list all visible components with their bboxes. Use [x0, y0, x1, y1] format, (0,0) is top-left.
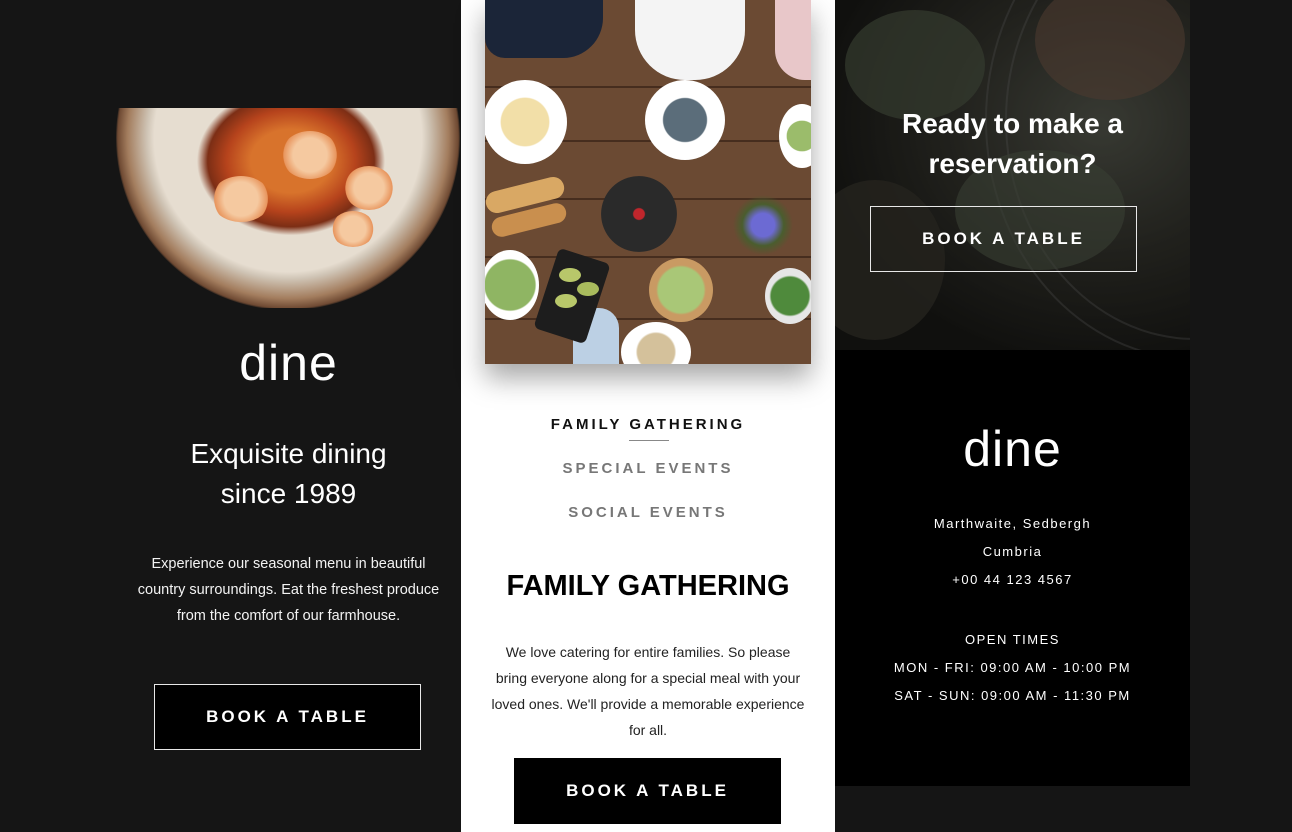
- tab-social-events[interactable]: SOCIAL EVENTS: [461, 504, 835, 521]
- footer-info-panel: dine Marthwaite, Sedbergh Cumbria +00 44…: [835, 350, 1190, 786]
- events-panel: FAMILY GATHERING SPECIAL EVENTS SOCIAL E…: [461, 0, 835, 832]
- tab-special-events[interactable]: SPECIAL EVENTS: [461, 460, 835, 477]
- hours-weekday: MON - FRI: 09:00 AM - 10:00 PM: [893, 660, 1132, 675]
- address-line-2: Cumbria: [982, 544, 1043, 559]
- tab-family-gathering[interactable]: FAMILY GATHERING: [461, 416, 835, 433]
- event-heading: FAMILY GATHERING: [506, 570, 790, 602]
- tagline-line-1: Exquisite dining: [190, 438, 387, 469]
- address-line-1: Marthwaite, Sedbergh: [933, 516, 1092, 531]
- book-table-button[interactable]: BOOK A TABLE: [870, 206, 1137, 272]
- book-table-button[interactable]: BOOK A TABLE: [514, 758, 781, 824]
- reservation-heading-line-1: Ready to make a: [902, 108, 1123, 139]
- reservation-heading-line-2: reservation?: [928, 148, 1097, 179]
- reservation-banner: Ready to make a reservation? BOOK A TABL…: [835, 0, 1190, 350]
- hours-weekend: SAT - SUN: 09:00 AM - 11:30 PM: [894, 688, 1131, 703]
- book-table-button[interactable]: BOOK A TABLE: [154, 684, 421, 750]
- reservation-heading: Ready to make a reservation?: [835, 104, 1190, 184]
- promo-panel: dine Exquisite dining since 1989 Experie…: [102, 108, 475, 832]
- dine-logo: dine: [963, 421, 1062, 477]
- event-description: We love catering for entire families. So…: [491, 644, 805, 738]
- family-dinner-image: [485, 0, 811, 364]
- active-tab-underline: [629, 440, 669, 441]
- promo-description: Experience our seasonal menu in beautifu…: [137, 556, 440, 624]
- pasta-dish-image: [102, 108, 475, 308]
- phone-number: +00 44 123 4567: [952, 572, 1073, 587]
- tagline: Exquisite dining since 1989: [102, 434, 475, 514]
- open-times-label: OPEN TIMES: [965, 632, 1060, 647]
- tagline-line-2: since 1989: [220, 478, 357, 509]
- dine-logo: dine: [239, 335, 338, 391]
